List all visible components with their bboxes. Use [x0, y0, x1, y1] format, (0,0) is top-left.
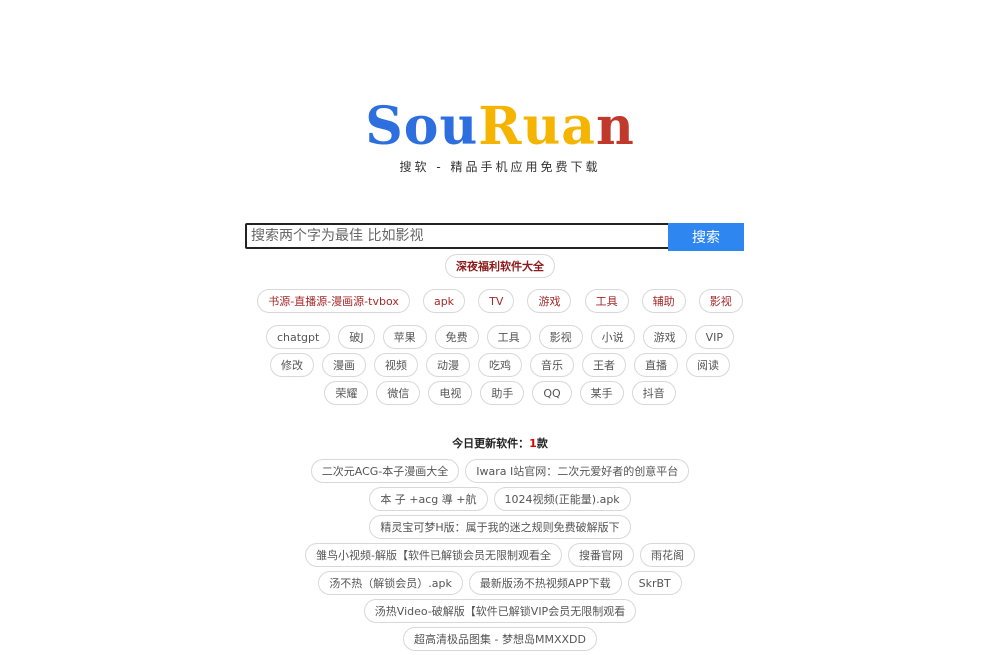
tag-link[interactable]: QQ [532, 381, 572, 405]
tag-link[interactable]: chatgpt [265, 325, 331, 349]
logo-letter: u [522, 96, 562, 157]
tag-link[interactable]: 视频 [374, 353, 418, 377]
featured-link[interactable]: 深夜福利软件大全 [445, 254, 555, 278]
tag-link[interactable]: 吃鸡 [478, 353, 522, 377]
tag-link[interactable]: 微信 [376, 381, 421, 405]
tag-link[interactable]: 破J [338, 325, 375, 349]
tag-link[interactable]: 王者 [582, 353, 626, 377]
software-link[interactable]: 汤不热（解锁会员）.apk [318, 571, 463, 595]
tag-link[interactable]: 助手 [480, 381, 525, 405]
today-count: 1 [529, 437, 537, 450]
category-link[interactable]: 书源-直播源-漫画源-tvbox [257, 289, 410, 313]
category-link[interactable]: 辅助 [641, 289, 686, 313]
tag-link[interactable]: 修改 [270, 353, 314, 377]
today-label: 今日更新软件： [452, 437, 530, 450]
tag-link[interactable]: 小说 [590, 325, 635, 349]
tag-link[interactable]: 电视 [428, 381, 473, 405]
software-link[interactable]: 搜番官网 [567, 543, 634, 567]
tag-link[interactable]: 苹果 [382, 325, 427, 349]
category-link[interactable]: apk [422, 289, 466, 313]
tag-link[interactable]: 游戏 [642, 325, 687, 349]
tag-link[interactable]: 阅读 [686, 353, 730, 377]
search-button[interactable]: 搜索 [668, 223, 744, 251]
search-input[interactable] [245, 223, 674, 249]
category-link[interactable]: 游戏 [527, 289, 572, 313]
tag-link[interactable]: 直播 [634, 353, 678, 377]
category-link[interactable]: 工具 [584, 289, 629, 313]
software-link[interactable]: 精灵宝可梦H版：属于我的迷之规则免费破解版下 [369, 515, 631, 539]
category-link[interactable]: 影视 [698, 289, 743, 313]
tag-link[interactable]: 某手 [579, 381, 624, 405]
tag-link[interactable]: 影视 [538, 325, 583, 349]
tag-link[interactable]: 抖音 [631, 381, 676, 405]
category-list: 书源-直播源-漫画源-tvbox apk TV 游戏 工具 辅助 影视 [0, 289, 1000, 313]
software-link[interactable]: 雏鸟小视频-解版【软件已解锁会员无限制观看全 [305, 543, 562, 567]
logo-letter: S [365, 96, 404, 157]
tag-link[interactable]: 动漫 [426, 353, 470, 377]
tag-link[interactable]: 免费 [434, 325, 479, 349]
category-link[interactable]: TV [478, 289, 515, 313]
today-updates-heading: 今日更新软件：1款 [0, 435, 1000, 451]
software-link[interactable]: 1024视频(正能量).apk [493, 487, 631, 511]
logo-letter: R [478, 96, 523, 157]
tag-link[interactable]: 工具 [486, 325, 531, 349]
logo-letter: n [595, 96, 635, 157]
logo-letter: a [561, 96, 596, 157]
tag-link[interactable]: VIP [694, 325, 734, 349]
software-link[interactable]: 汤热Video-破解版【软件已解锁VIP会员无限制观看 [363, 599, 637, 623]
updated-software-list: 二次元ACG-本子漫画大全 Iwara I站官网：二次元爱好者的创意平台 本 子… [265, 459, 735, 655]
tag-link[interactable]: 音乐 [530, 353, 574, 377]
software-link[interactable]: 二次元ACG-本子漫画大全 [310, 459, 460, 483]
software-link[interactable]: 雨花阁 [639, 543, 695, 567]
software-link[interactable]: 超高清极品图集 - 梦想岛MMXXDD [403, 627, 597, 651]
search-bar: 搜索 [245, 223, 744, 251]
site-tagline: 搜软 - 精品手机应用免费下载 [399, 160, 601, 174]
today-unit: 款 [536, 437, 548, 450]
software-link[interactable]: 本 子 +acg 導 +航 [369, 487, 488, 511]
site-logo[interactable]: SouRuan [0, 96, 1000, 158]
software-link[interactable]: Iwara I站官网：二次元爱好者的创意平台 [465, 459, 690, 483]
hot-tag-list: chatgpt 破J 苹果 免费 工具 影视 小说 游戏 VIP 修改 漫画 视… [260, 325, 740, 409]
logo-letter: o [403, 96, 440, 157]
tag-link[interactable]: 荣耀 [324, 381, 369, 405]
software-link[interactable]: SkrBT [627, 571, 682, 595]
software-link[interactable]: 最新版汤不热视频APP下载 [468, 571, 622, 595]
logo-letter: u [439, 96, 479, 157]
tag-link[interactable]: 漫画 [322, 353, 366, 377]
featured-link-row: 深夜福利软件大全 [0, 254, 1000, 278]
